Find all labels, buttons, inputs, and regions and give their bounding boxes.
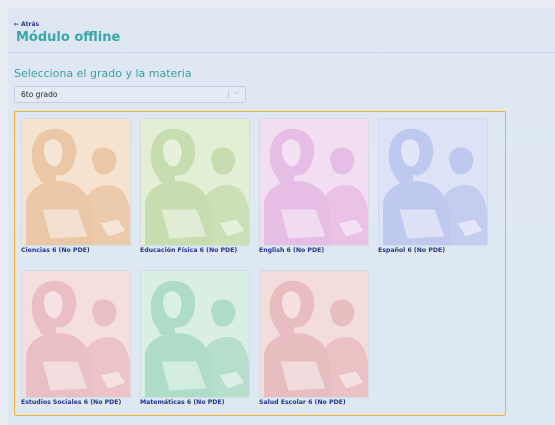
subject-illustration	[141, 271, 249, 397]
select-divider	[228, 90, 229, 99]
subject-thumbnail[interactable]	[378, 118, 488, 246]
subject-thumbnail[interactable]	[140, 118, 250, 246]
subject-label[interactable]: Estudios Sociales 6 (No PDE)	[21, 399, 121, 406]
subject-illustration	[141, 119, 249, 245]
subject-label[interactable]: Español 6 (No PDE)	[378, 247, 445, 254]
subject-grid: Ciencias 6 (No PDE) Educación Física 6 (N…	[14, 111, 506, 416]
subject-thumbnail[interactable]	[259, 270, 369, 398]
subject-label[interactable]: Salud Escolar 6 (No PDE)	[259, 399, 346, 406]
subject-label[interactable]: English 6 (No PDE)	[259, 247, 324, 254]
subject-illustration	[260, 119, 368, 245]
page-header: ← Atrás Módulo offline	[8, 8, 555, 53]
page-title: Módulo offline	[16, 30, 121, 45]
grade-select[interactable]: 6to grado ⌵	[14, 86, 246, 103]
subject-illustration	[22, 119, 130, 245]
subject-label[interactable]: Educación Física 6 (No PDE)	[140, 247, 237, 254]
back-link-label: Atrás	[21, 21, 40, 28]
section-subtitle: Selecciona el grado y la materia	[14, 67, 192, 80]
subject-thumbnail[interactable]	[259, 118, 369, 246]
subject-illustration	[379, 119, 487, 245]
grade-select-value: 6to grado	[21, 90, 58, 99]
subject-thumbnail[interactable]	[140, 270, 250, 398]
subject-thumbnail[interactable]	[21, 270, 131, 398]
app-window: ← Atrás Módulo offline Selecciona el gra…	[8, 8, 555, 425]
subject-label[interactable]: Matemáticas 6 (No PDE)	[140, 399, 224, 406]
subject-label[interactable]: Ciencias 6 (No PDE)	[21, 247, 90, 254]
subject-illustration	[260, 271, 368, 397]
subject-illustration	[22, 271, 130, 397]
chevron-down-icon[interactable]: ⌵	[234, 88, 239, 97]
arrow-left-icon: ←	[14, 21, 20, 28]
subject-thumbnail[interactable]	[21, 118, 131, 246]
back-link[interactable]: ← Atrás	[14, 21, 39, 28]
